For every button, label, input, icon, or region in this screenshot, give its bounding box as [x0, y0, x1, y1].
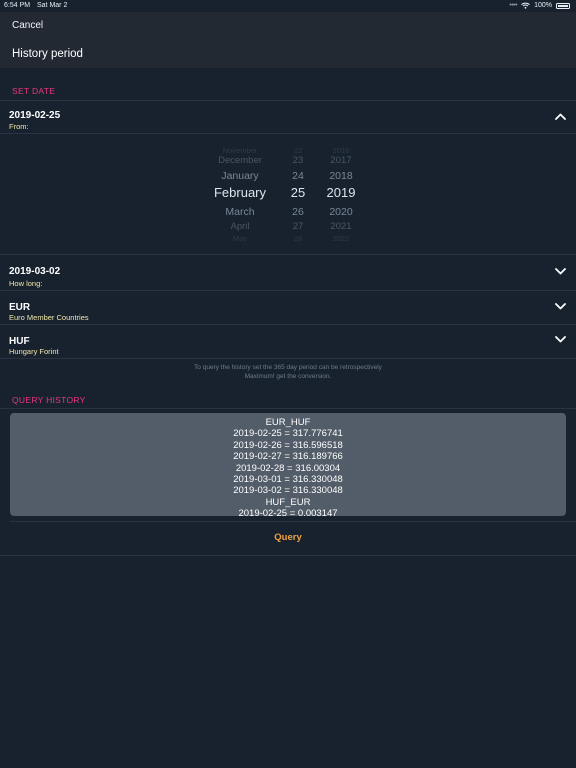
wifi-icon: [521, 2, 530, 9]
from-date-row[interactable]: 2019-02-25 From:: [0, 101, 576, 133]
history-line: HUF_EUR: [265, 496, 311, 508]
picker-option[interactable]: November: [223, 146, 258, 155]
history-content: EUR_HUF 2019-02-25 = 317.776741 2019-02-26…: [10, 413, 566, 516]
history-line: 2019-02-28 = 316.00304: [235, 462, 341, 474]
history-line: 2019-02-25 = 0.003147: [238, 508, 338, 516]
footnote-line: To query the history set the 365 day per…: [194, 364, 382, 371]
picker-option[interactable]: 24: [292, 170, 304, 182]
page-title: History period: [12, 48, 83, 60]
cancel-button[interactable]: Cancel: [12, 20, 43, 31]
status-right: •••• 100%: [509, 2, 570, 9]
picker-option[interactable]: 26: [292, 206, 304, 218]
status-date: Sat Mar 2: [37, 2, 68, 9]
picker-option[interactable]: May: [233, 234, 247, 242]
picker-option[interactable]: 2017: [330, 155, 351, 166]
picker-option[interactable]: 22: [294, 146, 302, 155]
section-header-query-history: QUERY HISTORY: [12, 395, 86, 405]
picker-option[interactable]: 2018: [329, 170, 352, 182]
picker-option[interactable]: 2020: [329, 206, 352, 218]
base-currency-name: Euro Member Countries: [9, 313, 89, 322]
chevron-down-icon[interactable]: [555, 303, 566, 310]
section-header-set-date: SET DATE: [12, 86, 56, 96]
to-date-row[interactable]: 2019-03-02 How long:: [0, 255, 576, 290]
status-bar: 6:54 PM Sat Mar 2 •••• 100%: [0, 0, 576, 12]
picker-option[interactable]: 2016: [333, 146, 350, 155]
footnote-line: Maximum! get the conversion.: [244, 372, 332, 380]
divider: [0, 133, 576, 134]
picker-option[interactable]: February: [214, 185, 266, 200]
divider: [0, 555, 576, 556]
chevron-down-icon[interactable]: [555, 336, 566, 343]
picker-option[interactable]: 28: [294, 234, 302, 242]
history-line: 2019-02-27 = 316.189766: [233, 451, 343, 463]
navigation-bar: Cancel History period: [0, 12, 576, 68]
history-line: EUR_HUF: [265, 417, 311, 428]
from-date-label: From:: [9, 122, 29, 131]
status-time: 6:54 PM: [4, 2, 31, 9]
battery-percent: 100%: [534, 2, 552, 9]
base-currency-row[interactable]: EUR Euro Member Countries: [0, 291, 576, 324]
from-date-value: 2019-02-25: [9, 110, 61, 121]
picker-option[interactable]: 23: [293, 155, 304, 166]
date-picker-wheel[interactable]: November December January February March Apri…: [200, 146, 370, 242]
history-line: 2019-03-01 = 316.330048: [233, 473, 343, 485]
divider: [0, 358, 576, 359]
target-currency-row[interactable]: HUF Hungary Forint: [0, 325, 576, 358]
target-currency-name: Hungary Forint: [9, 347, 59, 356]
picker-option[interactable]: April: [230, 221, 249, 232]
history-line: 2019-03-02 = 316.330048: [233, 485, 343, 497]
history-line: 2019-02-25 = 317.776741: [233, 428, 343, 440]
to-date-value: 2019-03-02: [9, 266, 61, 277]
picker-option[interactable]: March: [225, 206, 254, 218]
target-currency-code: HUF: [9, 336, 30, 347]
chevron-down-icon[interactable]: [555, 268, 566, 275]
base-currency-code: EUR: [9, 302, 31, 313]
picker-option[interactable]: 27: [293, 221, 304, 232]
period-footnote: To query the history set the 365 day per…: [150, 364, 426, 381]
signal-dots-icon: ••••: [509, 2, 518, 9]
picker-option[interactable]: 2022: [333, 234, 350, 242]
to-date-label: How long:: [9, 279, 43, 288]
picker-option[interactable]: January: [221, 170, 258, 182]
history-results-textarea[interactable]: EUR_HUF 2019-02-25 = 317.776741 2019-02-26…: [10, 413, 566, 516]
query-button[interactable]: Query: [0, 532, 576, 543]
picker-option[interactable]: 2019: [327, 185, 356, 200]
picker-option[interactable]: 2021: [330, 221, 351, 232]
picker-option[interactable]: 25: [291, 185, 305, 200]
divider: [10, 521, 576, 522]
battery-icon: [556, 2, 570, 9]
divider: [0, 408, 576, 409]
chevron-up-icon[interactable]: [555, 113, 566, 120]
picker-option[interactable]: December: [218, 155, 262, 166]
history-line: 2019-02-26 = 316.596518: [233, 439, 343, 451]
